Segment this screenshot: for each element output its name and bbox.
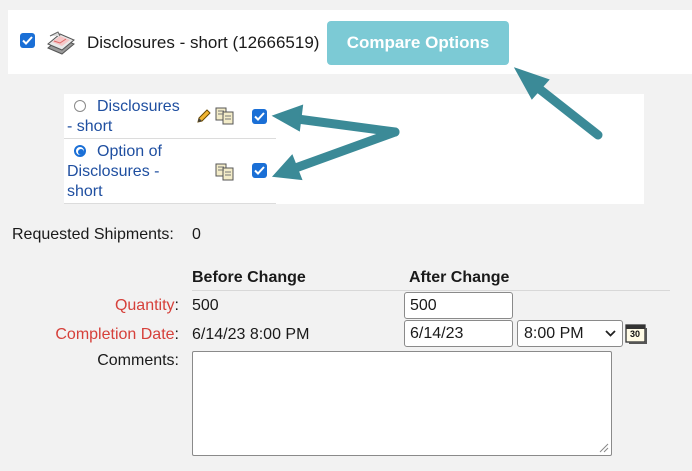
requested-shipments-value: 0 — [192, 226, 201, 243]
completion-date-label: Completion Date: — [55, 326, 179, 344]
completion-date-before-value: 6/14/23 8:00 PM — [192, 326, 310, 343]
quantity-input[interactable] — [404, 292, 513, 319]
before-change-header: Before Change — [192, 269, 306, 286]
header-divider — [192, 290, 670, 291]
comments-textarea[interactable] — [192, 351, 612, 456]
chevron-down-icon — [605, 330, 616, 337]
label-colon: : — [174, 297, 179, 314]
calendar-icon[interactable]: 30 — [625, 322, 647, 344]
quantity-before-value: 500 — [192, 297, 219, 314]
arrow-to-option1-checkbox — [285, 113, 400, 137]
after-change-header: After Change — [409, 269, 510, 286]
completion-date-label-text: Completion Date — [55, 326, 175, 343]
label-colon: : — [174, 326, 179, 343]
quantity-label: Quantity: — [115, 297, 179, 315]
arrow-to-option2-checkbox — [285, 127, 400, 175]
completion-time-select[interactable]: 8:00 PM — [517, 320, 623, 347]
completion-time-value: 8:00 PM — [524, 324, 584, 342]
quantity-label-text: Quantity — [114, 297, 175, 314]
calendar-day: 30 — [630, 329, 641, 339]
comments-label: Comments: — [97, 352, 179, 369]
completion-date-input[interactable] — [404, 320, 513, 347]
resize-handle-icon[interactable] — [597, 441, 609, 453]
requested-shipments-label: Requested Shipments: — [12, 226, 174, 243]
